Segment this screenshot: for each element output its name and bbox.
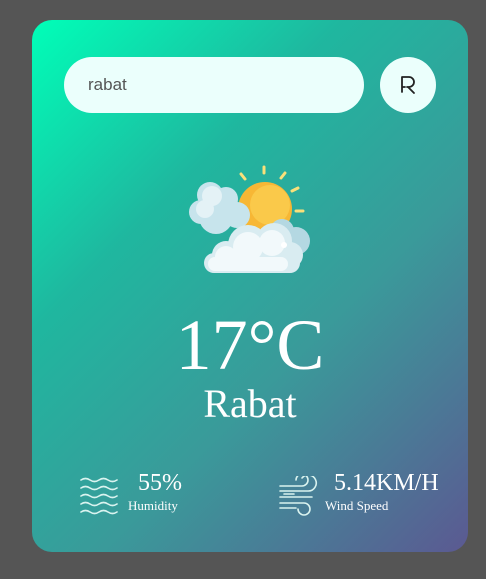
wind-speed-value: 5.14KM/H xyxy=(334,470,439,496)
humidity-waves-icon xyxy=(80,477,118,515)
search-bar xyxy=(64,57,436,113)
humidity-label: Humidity xyxy=(128,498,178,513)
temperature: 17°C xyxy=(175,305,325,385)
city-name: Rabat xyxy=(203,381,297,426)
search-icon xyxy=(401,76,415,94)
wind-icon xyxy=(279,476,317,516)
search-input[interactable] xyxy=(64,57,364,113)
humidity-stat: 55% Humidity xyxy=(80,468,220,518)
humidity-value: 55% xyxy=(138,470,182,496)
weather-card: 17°C Rabat 55% Humidity 5.14 xyxy=(32,20,468,552)
partly-cloudy-icon xyxy=(189,165,310,273)
search-button[interactable] xyxy=(380,57,436,113)
wind-stat: 5.14KM/H Wind Speed xyxy=(278,468,468,518)
wind-speed-label: Wind Speed xyxy=(325,498,389,513)
